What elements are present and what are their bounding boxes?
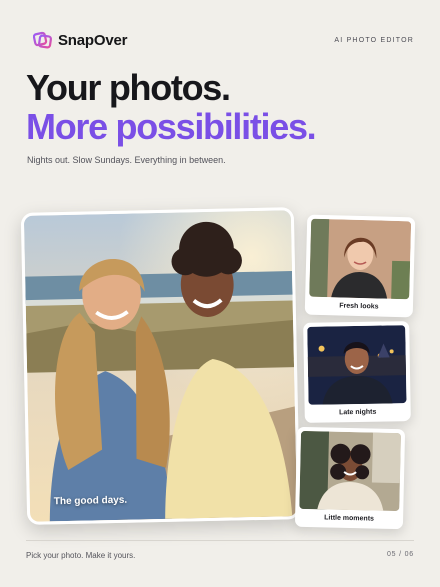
photo-card-fresh-looks[interactable]: Fresh looks — [304, 214, 416, 318]
header: SnapOver AI PHOTO EDITOR — [33, 28, 414, 54]
subheadline: Nights out. Slow Sundays. Everything in … — [27, 155, 226, 165]
headline-line-2: More possibilities. — [26, 106, 317, 147]
page-indicator: 05 / 06 — [386, 551, 414, 558]
card-caption: Fresh looks — [339, 302, 379, 311]
two-friends-beach-photo-icon — [23, 210, 298, 522]
footer-tagline: Pick your photo. Make it yours. — [26, 551, 136, 560]
card-caption: Late nights — [338, 408, 377, 417]
brand-name: SnapOver — [58, 31, 128, 49]
hero-caption: The good days. — [53, 494, 128, 508]
footer-divider — [26, 540, 414, 541]
card-caption: Little moments — [324, 514, 375, 523]
cafe-portrait-photo-icon — [299, 430, 402, 512]
brand-logo[interactable]: SnapOver — [33, 30, 127, 50]
hero-photo[interactable]: The good days. — [20, 207, 301, 525]
headline-line-1: Your photos. — [26, 67, 231, 108]
photo-card-little-moments[interactable]: Little moments — [294, 426, 406, 530]
city-night-portrait-photo-icon — [307, 325, 407, 405]
photo-card-late-nights[interactable]: Late nights — [303, 321, 411, 423]
portrait-photo-icon — [309, 218, 412, 300]
brand-tagline: AI PHOTO EDITOR — [334, 37, 414, 44]
snapover-logo-icon — [33, 31, 52, 49]
